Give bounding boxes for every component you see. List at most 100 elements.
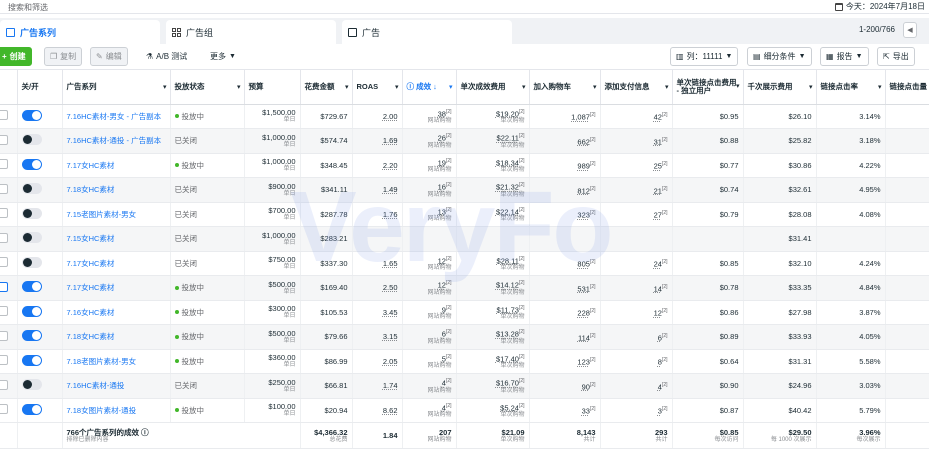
prev-page-icon[interactable]: ◀ — [903, 22, 917, 38]
campaign-toggle[interactable] — [21, 158, 42, 170]
breakdown-dropdown[interactable]: ▤ 细分条件 ▼ — [747, 47, 812, 66]
table-row[interactable]: 7.18女HC素材 投放中 $500.00 单日 $79.66 3.15 6[2] 网站购物 $… — [0, 324, 929, 350]
campaign-toggle[interactable] — [21, 256, 42, 268]
campaign-name-link[interactable]: 7.18女图片素材-通投 — [67, 406, 137, 415]
budget-cell[interactable]: $500.00 单日 — [244, 275, 301, 301]
col-add-payment[interactable]: 添加支付信息 ▾ — [600, 70, 673, 105]
campaign-name-link[interactable]: 7.15老图片素材-男女 — [67, 210, 137, 219]
col-budget[interactable]: 预算 — [244, 70, 301, 105]
row-checkbox[interactable] — [0, 134, 8, 145]
campaign-name-link[interactable]: 7.16HC素材-通投 - 广告副本 — [67, 136, 162, 145]
export-button[interactable]: ⇱ 导出 — [877, 47, 915, 66]
row-checkbox[interactable] — [0, 404, 8, 415]
campaign-toggle[interactable] — [21, 207, 42, 219]
tab-adsets[interactable]: 广告组 — [166, 20, 336, 44]
row-checkbox[interactable] — [0, 379, 8, 390]
table-row[interactable]: 7.16HC素材-男女 - 广告副本 投放中 $1,500.00 单日 $729.67 2… — [0, 104, 929, 129]
campaign-name-link[interactable]: 7.18老图片素材-男女 — [67, 357, 137, 366]
col-link-clicks[interactable]: 链接点击量 — [885, 70, 929, 105]
campaign-name-link[interactable]: 7.16HC素材-男女 - 广告副本 — [67, 112, 162, 121]
campaign-name-link[interactable]: 7.16HC素材-通投 — [67, 381, 125, 390]
col-spend[interactable]: 花费金额 ▾ — [300, 70, 353, 105]
row-checkbox[interactable] — [0, 183, 8, 194]
table-row[interactable]: 7.17女HC素材 已关闭 $750.00 单日 $337.30 1.65 12[2] 网站购… — [0, 251, 929, 276]
campaign-toggle[interactable] — [21, 183, 42, 195]
columns-dropdown[interactable]: ▥ 列：11111 ▼ — [670, 47, 739, 66]
budget-cell[interactable]: $100.00 单日 — [244, 398, 301, 423]
more-dropdown[interactable]: 更多 ▼ — [204, 47, 242, 66]
budget-cell[interactable]: $1,000.00 单日 — [244, 128, 301, 154]
campaign-name-link[interactable]: 7.18女HC素材 — [67, 332, 115, 341]
budget-cell[interactable]: $250.00 单日 — [244, 373, 301, 399]
date-picker[interactable]: 今天：2024年7月18日 — [834, 1, 925, 12]
campaign-toggle[interactable] — [21, 305, 42, 317]
row-checkbox-cell[interactable] — [0, 226, 18, 252]
row-checkbox-cell[interactable] — [0, 324, 18, 350]
table-row[interactable]: 7.16女HC素材 投放中 $300.00 单日 $105.53 3.45 9[2] 网站购物… — [0, 300, 929, 325]
col-add-to-cart[interactable]: 加入购物车 ▾ — [529, 70, 601, 105]
table-row[interactable]: 7.15女HC素材 已关闭 $1,000.00 单日 $283.21 $31.41 — [0, 226, 929, 252]
campaign-toggle[interactable] — [21, 281, 42, 293]
row-checkbox-cell[interactable] — [0, 202, 18, 227]
budget-cell[interactable]: $750.00 单日 — [244, 251, 301, 276]
budget-cell[interactable]: $1,500.00 单日 — [244, 104, 301, 129]
table-row[interactable]: 7.16HC素材-通投 - 广告副本 已关闭 $1,000.00 单日 $574.74 1… — [0, 128, 929, 154]
table-row[interactable]: 7.18老图片素材-男女 投放中 $360.00 单日 $86.99 2.05 5[2] 网站… — [0, 349, 929, 374]
campaign-name-link[interactable]: 7.18女HC素材 — [67, 185, 115, 194]
search-input[interactable]: 搜索和筛选 — [8, 2, 48, 13]
table-row[interactable]: 7.18女图片素材-通投 投放中 $100.00 单日 $20.94 8.62 4[2] 网站… — [0, 398, 929, 423]
col-campaign[interactable]: 广告系列 ▾ — [62, 70, 171, 105]
col-cost-per-result[interactable]: 单次成效费用 ▾ — [456, 70, 530, 105]
budget-cell[interactable]: $1,000.00 单日 — [244, 153, 301, 178]
col-ctr[interactable]: 链接点击率 ▾ — [816, 70, 886, 105]
row-checkbox-cell[interactable] — [0, 153, 18, 178]
row-checkbox-cell[interactable] — [0, 398, 18, 423]
row-checkbox[interactable] — [0, 281, 8, 292]
budget-cell[interactable]: $900.00 单日 — [244, 177, 301, 203]
row-checkbox-cell[interactable] — [0, 177, 18, 203]
row-checkbox-cell[interactable] — [0, 300, 18, 325]
budget-cell[interactable]: $300.00 单日 — [244, 300, 301, 325]
duplicate-button[interactable]: ❐ 复制 — [44, 47, 83, 66]
row-checkbox[interactable] — [0, 306, 8, 317]
row-checkbox[interactable] — [0, 257, 8, 268]
col-delivery[interactable]: 投放状态 ▾ — [170, 70, 245, 105]
row-checkbox[interactable] — [0, 355, 8, 366]
create-button[interactable]: + 创建 — [0, 47, 32, 66]
col-roas[interactable]: ROAS ▾ — [352, 70, 403, 105]
col-cpc-unique[interactable]: 单次链接点击费用 - 独立用户 ▾ — [672, 70, 744, 105]
row-checkbox-cell[interactable] — [0, 275, 18, 301]
col-cpm[interactable]: 千次展示费用 ▾ — [743, 70, 817, 105]
budget-cell[interactable]: $1,000.00 单日 — [244, 226, 301, 252]
campaign-toggle[interactable] — [21, 109, 42, 121]
row-checkbox-cell[interactable] — [0, 349, 18, 374]
col-toggle[interactable]: 关/开 — [17, 70, 63, 105]
campaign-name-link[interactable]: 7.16女HC素材 — [67, 308, 115, 317]
budget-cell[interactable]: $700.00 单日 — [244, 202, 301, 227]
budget-cell[interactable]: $500.00 单日 — [244, 324, 301, 350]
row-checkbox-cell[interactable] — [0, 373, 18, 399]
row-checkbox-cell[interactable] — [0, 251, 18, 276]
campaign-name-link[interactable]: 7.17女HC素材 — [67, 283, 115, 292]
table-row[interactable]: 7.15老图片素材-男女 已关闭 $700.00 单日 $287.78 1.76 13[2]… — [0, 202, 929, 227]
table-row[interactable]: 7.18女HC素材 已关闭 $900.00 单日 $341.11 1.49 16[2] 网站购… — [0, 177, 929, 203]
select-all-cell[interactable] — [0, 70, 18, 105]
budget-cell[interactable]: $360.00 单日 — [244, 349, 301, 374]
row-checkbox-cell[interactable] — [0, 128, 18, 154]
row-checkbox[interactable] — [0, 330, 8, 341]
row-checkbox[interactable] — [0, 232, 8, 243]
row-checkbox[interactable] — [0, 208, 8, 219]
col-results[interactable]: ⓘ 成效 ↓ ▾ — [402, 70, 457, 105]
ab-test-button[interactable]: ⚗ A/B 测试 — [140, 47, 194, 66]
table-row[interactable]: 7.17女HC素材 投放中 $1,000.00 单日 $348.45 2.20 19[2] 网… — [0, 153, 929, 178]
campaign-toggle[interactable] — [21, 379, 42, 391]
campaign-name-link[interactable]: 7.15女HC素材 — [67, 234, 115, 243]
tab-ads[interactable]: 广告 — [342, 20, 512, 44]
edit-button[interactable]: ✎ 编辑 — [90, 47, 128, 66]
campaign-name-link[interactable]: 7.17女HC素材 — [67, 161, 115, 170]
row-checkbox[interactable] — [0, 159, 8, 170]
campaign-toggle[interactable] — [21, 354, 42, 366]
tab-campaigns[interactable]: 广告系列 — [0, 20, 160, 44]
campaign-toggle[interactable] — [21, 330, 42, 342]
campaign-toggle[interactable] — [21, 232, 42, 244]
